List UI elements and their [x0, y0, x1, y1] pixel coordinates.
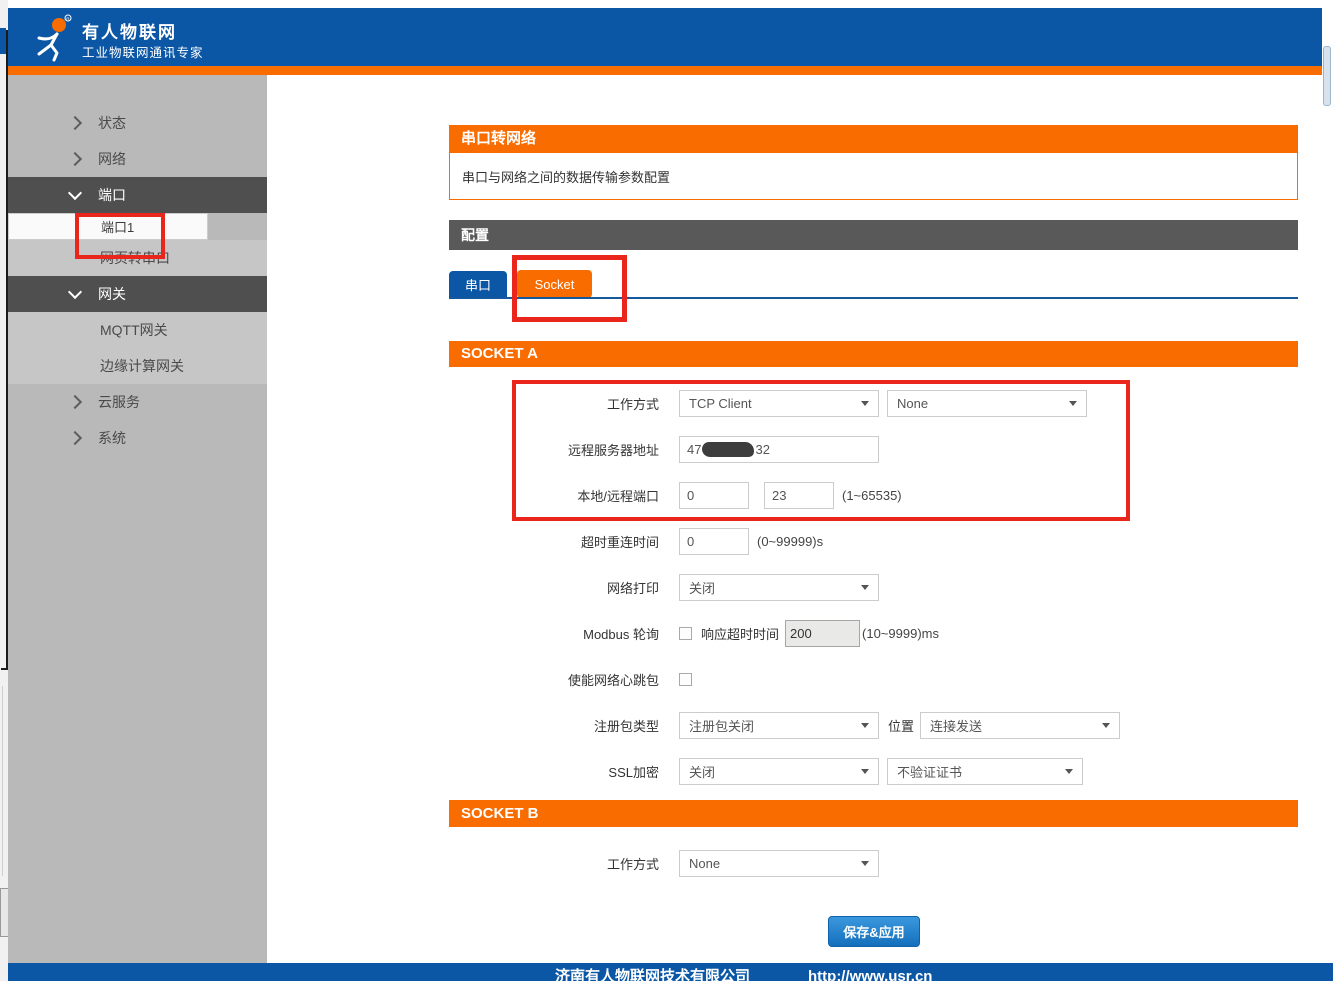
- annotation-rect-socket-tab: [512, 255, 627, 322]
- config-section-header: 配置: [449, 220, 1298, 250]
- reg-packet-type-value: 注册包关闭: [689, 716, 754, 735]
- dropdown-arrow-icon: [861, 861, 869, 866]
- ssl-cert-select[interactable]: 不验证证书: [887, 758, 1083, 785]
- socket-b-section-header: SOCKET B: [449, 800, 1298, 827]
- chevron-right-icon: [68, 116, 82, 130]
- sidebar-item-port-group[interactable]: 端口: [8, 177, 267, 213]
- reconnect-row: 超时重连时间 (0~99999)s: [449, 518, 1298, 564]
- heartbeat-row: 使能网络心跳包: [449, 656, 1298, 702]
- sidebar-item-label: 状态: [98, 113, 126, 133]
- scrollbar-thumb[interactable]: [1323, 46, 1331, 106]
- reg-packet-type-select[interactable]: 注册包关闭: [679, 712, 879, 739]
- sidebar-item-status[interactable]: 状态: [8, 105, 267, 141]
- reconnect-hint: (0~99999)s: [757, 534, 823, 549]
- ssl-select[interactable]: 关闭: [679, 758, 879, 785]
- net-print-row: 网络打印 关闭: [449, 564, 1298, 610]
- socket-a-section-header: SOCKET A: [449, 341, 1298, 367]
- sidebar-item-mqtt-gateway[interactable]: MQTT网关: [8, 312, 267, 348]
- socket-b-work-mode-label: 工作方式: [449, 854, 679, 873]
- socket-b-work-mode-select[interactable]: None: [679, 850, 879, 877]
- socket-b-work-mode-row: 工作方式 None: [449, 840, 1298, 886]
- sidebar-item-system[interactable]: 系统: [8, 420, 267, 456]
- dropdown-arrow-icon: [1102, 723, 1110, 728]
- dropdown-arrow-icon: [1065, 769, 1073, 774]
- sidebar-item-label: MQTT网关: [100, 320, 168, 340]
- modbus-row: Modbus 轮询 响应超时时间 (10~9999)ms: [449, 610, 1298, 656]
- usr-logo-icon: R: [28, 14, 76, 62]
- chevron-right-icon: [68, 395, 82, 409]
- background-window-faint-border: [2, 686, 3, 876]
- reg-packet-position-select[interactable]: 连接发送: [920, 712, 1120, 739]
- net-print-select[interactable]: 关闭: [679, 574, 879, 601]
- header-accent-strip: [8, 66, 1322, 75]
- sidebar-item-label: 端口: [98, 185, 126, 205]
- dropdown-arrow-icon: [861, 585, 869, 590]
- annotation-rect-port1: [75, 213, 165, 259]
- sidebar-item-label: 边缘计算网关: [100, 356, 184, 376]
- tab-serial[interactable]: 串口: [449, 271, 507, 298]
- page-title: 串口转网络: [449, 125, 1298, 152]
- reconnect-label: 超时重连时间: [449, 532, 679, 551]
- annotation-rect-socket-a-fields: [512, 380, 1130, 521]
- chevron-down-icon: [68, 186, 82, 200]
- brand-tagline: 工业物联网通讯专家: [82, 42, 204, 61]
- chevron-down-icon: [68, 285, 82, 299]
- sidebar-item-edge-gateway[interactable]: 边缘计算网关: [8, 348, 267, 384]
- reg-packet-label: 注册包类型: [449, 716, 679, 735]
- modbus-timeout-input[interactable]: [785, 620, 860, 647]
- net-print-label: 网络打印: [449, 578, 679, 597]
- modbus-label: Modbus 轮询: [449, 624, 679, 643]
- socket-b-work-mode-value: None: [689, 856, 720, 871]
- usr-iot-config-page: R 有人物联网 工业物联网通讯专家 状态 网络 端口 端口1: [0, 0, 1333, 981]
- sidebar-item-network[interactable]: 网络: [8, 141, 267, 177]
- sidebar-item-cloud[interactable]: 云服务: [8, 384, 267, 420]
- reg-packet-position-label: 位置: [888, 716, 914, 735]
- chevron-right-icon: [68, 431, 82, 445]
- sidebar: 状态 网络 端口 端口1 网页转串口 网关 MQTT网关: [8, 75, 267, 963]
- sidebar-item-label: 云服务: [98, 392, 140, 412]
- sidebar-menu: 状态 网络 端口 端口1 网页转串口 网关 MQTT网关: [8, 105, 267, 456]
- chevron-right-icon: [68, 152, 82, 166]
- footer-company: 济南有人物联网技术有限公司: [555, 965, 750, 981]
- heartbeat-checkbox[interactable]: [679, 673, 692, 686]
- background-window-border-corner: [1, 668, 8, 670]
- net-print-value: 关闭: [689, 578, 715, 597]
- dropdown-arrow-icon: [861, 769, 869, 774]
- ssl-cert-value: 不验证证书: [897, 762, 962, 781]
- socket-b-form: 工作方式 None: [449, 840, 1298, 886]
- footer: 济南有人物联网技术有限公司 http://www.usr.cn: [8, 963, 1333, 981]
- app-header: R 有人物联网 工业物联网通讯专家: [8, 8, 1322, 66]
- reg-packet-position-value: 连接发送: [930, 716, 982, 735]
- dropdown-arrow-icon: [861, 723, 869, 728]
- save-apply-button[interactable]: 保存&应用: [828, 916, 920, 947]
- sidebar-item-label: 网络: [98, 149, 126, 169]
- sidebar-item-label: 网关: [98, 284, 126, 304]
- footer-url[interactable]: http://www.usr.cn: [808, 965, 932, 981]
- reg-packet-row: 注册包类型 注册包关闭 位置 连接发送: [449, 702, 1298, 748]
- modbus-poll-checkbox[interactable]: [679, 627, 692, 640]
- ssl-label: SSL加密: [449, 762, 679, 781]
- sidebar-item-gateway-group[interactable]: 网关: [8, 276, 267, 312]
- modbus-timeout-label: 响应超时时间: [701, 624, 779, 643]
- heartbeat-label: 使能网络心跳包: [449, 670, 679, 689]
- page-description: 串口与网络之间的数据传输参数配置: [449, 152, 1298, 200]
- ssl-row: SSL加密 关闭 不验证证书: [449, 748, 1298, 794]
- ssl-value: 关闭: [689, 762, 715, 781]
- reconnect-time-input[interactable]: [679, 528, 749, 555]
- brand-title: 有人物联网: [82, 18, 177, 43]
- modbus-hint: (10~9999)ms: [862, 626, 939, 641]
- sidebar-item-label: 系统: [98, 428, 126, 448]
